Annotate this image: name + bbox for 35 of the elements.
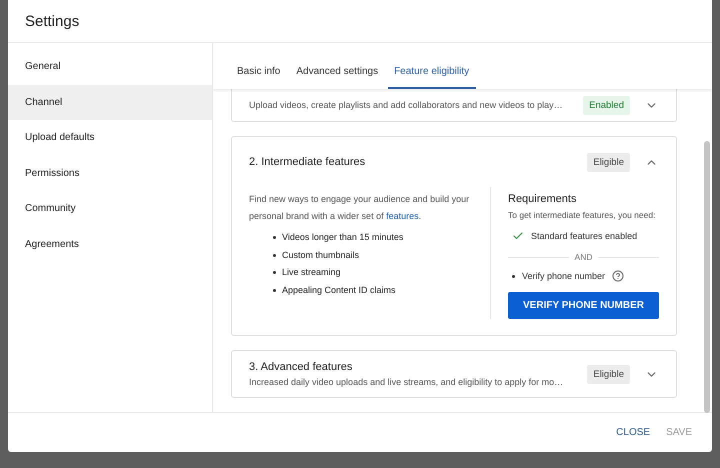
requirement-text: Verify phone number — [522, 271, 606, 281]
feature-item: Appealing Content ID claims — [282, 284, 396, 297]
status-badge: Enabled — [583, 96, 630, 114]
help-icon[interactable] — [612, 270, 624, 282]
card-description: Upload videos, create playlists and add collaborators and new videos to play… — [249, 100, 564, 110]
tab[interactable]: Basic info — [231, 66, 288, 89]
sidebar-item[interactable]: Agreements — [8, 226, 212, 262]
scrollbar[interactable] — [704, 141, 710, 413]
card-title: 2. Intermediate features — [249, 156, 366, 168]
sidebar-item[interactable]: Upload defaults — [8, 120, 212, 156]
bullet-icon — [273, 254, 276, 257]
feature-item: Custom thumbnails — [282, 248, 360, 262]
bullet-icon — [273, 288, 276, 292]
sidebar-item[interactable]: Community — [8, 191, 212, 226]
sidebar-item[interactable]: Channel — [8, 84, 212, 120]
feature-item: Live streaming — [282, 266, 341, 279]
requirement-text: Standard features enabled — [531, 231, 638, 241]
feature-item: Videos longer than 15 minutes — [282, 231, 404, 244]
feature-description: Find new ways to engage your audience and build your personal brand with a wider set of features. — [249, 193, 470, 223]
close-button[interactable]: CLOSE — [610, 421, 656, 444]
dialog-title: Settings — [25, 12, 80, 30]
and-separator: AND — [574, 252, 592, 262]
card-title: 3. Advanced features — [249, 361, 354, 373]
verify-phone-button[interactable]: VERIFY PHONE NUMBER — [508, 292, 659, 319]
features-link[interactable]: features — [386, 211, 419, 221]
tab[interactable]: Advanced settings — [290, 66, 386, 89]
status-badge: Eligible — [587, 152, 630, 172]
status-badge: Eligible — [587, 364, 630, 384]
sidebar-item[interactable]: Permissions — [8, 156, 212, 191]
bullet-icon — [273, 236, 276, 240]
requirements-heading: Requirements — [508, 193, 578, 205]
sidebar-item[interactable]: General — [8, 49, 212, 84]
bullet-icon — [273, 271, 276, 274]
requirements-intro: To get intermediate features, you need: — [508, 209, 656, 222]
card-description: Increased daily video uploads and live streams, and eligibility to apply for mo… — [249, 377, 564, 387]
